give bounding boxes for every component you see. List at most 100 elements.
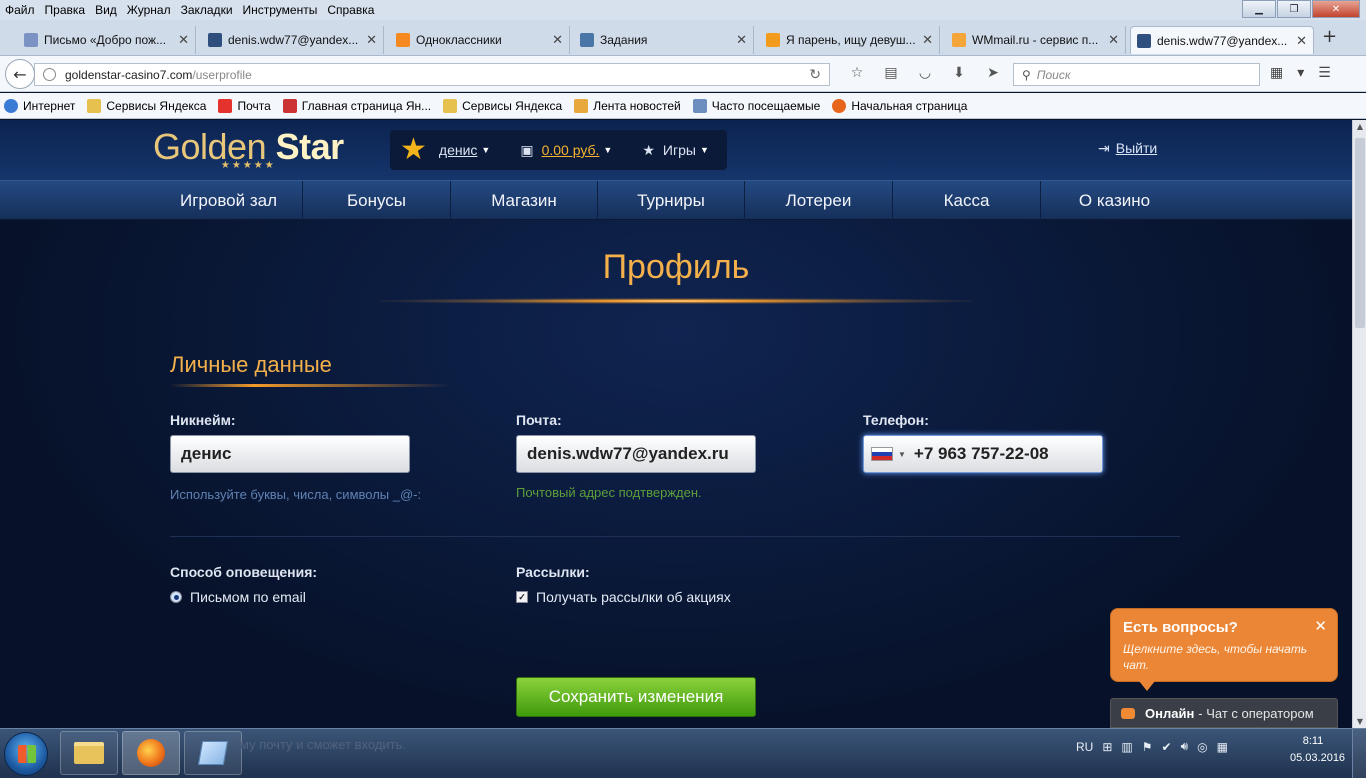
close-tab-icon[interactable]: ✕ xyxy=(922,32,933,48)
start-button[interactable] xyxy=(4,732,48,776)
tab-vk[interactable]: Задания ✕ xyxy=(574,26,754,54)
bookmark-yandex-services[interactable]: Сервисы Яндекса xyxy=(87,98,206,113)
addon-dropdown-icon[interactable]: ▾ xyxy=(1297,65,1304,81)
menu-view[interactable]: Вид xyxy=(90,3,122,17)
close-tab-icon[interactable]: ✕ xyxy=(1296,33,1307,49)
scroll-down-icon[interactable]: ▼ xyxy=(1353,717,1366,726)
back-button[interactable]: ← xyxy=(5,59,35,89)
russia-flag-icon[interactable] xyxy=(871,447,893,461)
scrollbar-thumb[interactable] xyxy=(1355,138,1365,328)
folder-icon xyxy=(74,742,104,764)
display-icon[interactable]: ▦ xyxy=(1217,740,1228,754)
games-dropdown[interactable]: ★ Игры ▼ xyxy=(642,142,709,159)
menu-history[interactable]: Журнал xyxy=(122,3,176,17)
reading-list-icon[interactable]: ▤ xyxy=(874,65,908,81)
new-tab-icon[interactable]: + xyxy=(1322,26,1337,47)
maximize-icon[interactable]: ❐ xyxy=(1277,0,1311,18)
close-icon[interactable]: ✕ xyxy=(1314,617,1327,635)
volume-icon[interactable]: 🔊︎ xyxy=(1181,739,1189,754)
menu-edit[interactable]: Правка xyxy=(40,3,91,17)
download-icon[interactable]: ⬇ xyxy=(942,65,976,81)
close-window-icon[interactable]: ✕ xyxy=(1312,0,1360,18)
hamburger-menu-icon[interactable]: ☰ xyxy=(1318,65,1331,81)
tab-goldenstar-active[interactable]: denis.wdw77@yandex... ✕ xyxy=(1130,26,1314,54)
minimize-icon[interactable]: ▁ xyxy=(1242,0,1276,18)
close-tab-icon[interactable]: ✕ xyxy=(178,32,189,48)
nav-lotteries[interactable]: Лотереи xyxy=(744,181,892,220)
balance-dropdown[interactable]: ▣ 0.00 руб. ▼ xyxy=(520,142,612,159)
close-tab-icon[interactable]: ✕ xyxy=(366,32,377,48)
mailing-option[interactable]: ✓ Получать рассылки об акциях xyxy=(516,589,731,605)
nav-game-hall[interactable]: Игровой зал xyxy=(155,181,302,220)
golden-star-logo[interactable]: Golden Star ★★★★★ xyxy=(153,126,344,171)
update-icon[interactable]: ◎ xyxy=(1197,740,1207,754)
bookmark-mail[interactable]: Почта xyxy=(218,98,271,113)
tab-label: denis.wdw77@yandex... xyxy=(228,33,359,47)
taskbar-explorer[interactable] xyxy=(60,731,118,775)
chat-invitation-popup[interactable]: Есть вопросы? Щелкните здесь, чтобы нача… xyxy=(1110,608,1338,691)
tab-goldenstar-1[interactable]: denis.wdw77@yandex... ✕ xyxy=(202,26,384,54)
show-desktop-button[interactable] xyxy=(1352,729,1366,778)
tab-odnoklassniki[interactable]: Одноклассники ✕ xyxy=(390,26,570,54)
notify-email-option[interactable]: Письмом по email xyxy=(170,589,306,605)
tab-label: WMmail.ru - сервис п... xyxy=(972,33,1099,47)
checkbox[interactable]: ✓ xyxy=(516,591,528,603)
pocket-icon[interactable]: ◡ xyxy=(908,65,942,81)
bookmark-start-page[interactable]: Начальная страница xyxy=(832,98,967,113)
firefox-icon xyxy=(832,98,847,113)
menu-tools[interactable]: Инструменты xyxy=(238,3,323,17)
search-input[interactable]: ⚲ Поиск xyxy=(1013,63,1260,86)
vk-icon xyxy=(580,33,594,47)
bookmark-yandex-home[interactable]: Главная страница Ян... xyxy=(282,98,431,113)
nav-tournaments[interactable]: Турниры xyxy=(597,181,744,220)
menu-file[interactable]: Файл xyxy=(0,3,40,17)
close-tab-icon[interactable]: ✕ xyxy=(552,32,563,48)
menu-help[interactable]: Справка xyxy=(322,3,379,17)
phone-value: +7 963 757-22-08 xyxy=(913,444,1049,463)
bookmark-star-icon[interactable]: ☆ xyxy=(840,65,874,81)
nav-bonuses[interactable]: Бонусы xyxy=(302,181,450,220)
email-field[interactable]: denis.wdw77@yandex.ru xyxy=(516,435,756,473)
action-center-icon[interactable]: ⚑ xyxy=(1142,740,1153,754)
nav-about[interactable]: О казино xyxy=(1040,181,1188,220)
user-dropdown[interactable]: денис ▼ xyxy=(439,142,490,158)
send-icon[interactable]: ➤ xyxy=(976,65,1010,81)
url-bar[interactable]: goldenstar-casino7.com/userprofile ↻ xyxy=(34,63,830,86)
chevron-down-icon: ▼ xyxy=(603,145,613,155)
mamba-icon xyxy=(766,33,780,47)
chevron-down-icon[interactable]: ▼ xyxy=(898,450,906,459)
clock-date: 05.03.2016 xyxy=(1290,752,1346,764)
nav-shop[interactable]: Магазин xyxy=(450,181,597,220)
security-icon[interactable]: ✔ xyxy=(1162,740,1172,754)
page-scrollbar[interactable]: ▲ ▼ xyxy=(1352,120,1366,728)
radio-button[interactable] xyxy=(170,591,182,603)
bookmark-internet[interactable]: Интернет xyxy=(4,98,75,113)
windows-flag-icon[interactable]: ⊞ xyxy=(1102,740,1112,754)
network-icon[interactable]: ▥ xyxy=(1121,740,1132,754)
folder-icon xyxy=(443,98,458,113)
close-tab-icon[interactable]: ✕ xyxy=(736,32,747,48)
bookmark-news[interactable]: Лента новостей xyxy=(574,98,681,113)
addon-icon[interactable]: ▦ xyxy=(1270,65,1283,81)
scroll-up-icon[interactable]: ▲ xyxy=(1353,122,1366,131)
taskbar-clock[interactable]: 8:11 05.03.2016 xyxy=(1290,733,1346,767)
tab-wmmail[interactable]: WMmail.ru - сервис п... ✕ xyxy=(946,26,1126,54)
bookmark-most-visited[interactable]: Часто посещаемые xyxy=(692,98,820,113)
taskbar-notepad[interactable] xyxy=(184,731,242,775)
popup-tail xyxy=(1139,681,1155,691)
save-changes-button[interactable]: Сохранить изменения xyxy=(516,677,756,717)
nickname-field[interactable]: денис xyxy=(170,435,410,473)
logout-link[interactable]: ⇥ Выйти xyxy=(1098,140,1157,157)
tab-mamba[interactable]: Я парень, ищу девуш... ✕ xyxy=(760,26,940,54)
section-underline xyxy=(170,384,450,387)
phone-field[interactable]: ▼ +7 963 757-22-08 xyxy=(863,435,1103,473)
close-tab-icon[interactable]: ✕ xyxy=(1108,32,1119,48)
tab-mail[interactable]: Письмо «Добро пож... ✕ xyxy=(18,26,196,54)
chat-operator-bar[interactable]: Онлайн - Чат с оператором xyxy=(1110,698,1338,728)
taskbar-firefox[interactable] xyxy=(122,731,180,775)
menu-bookmarks[interactable]: Закладки xyxy=(176,3,238,17)
language-indicator[interactable]: RU xyxy=(1076,740,1093,754)
reload-icon[interactable]: ↻ xyxy=(809,66,821,83)
nav-cashier[interactable]: Касса xyxy=(892,181,1040,220)
bookmark-yandex-services-2[interactable]: Сервисы Яндекса xyxy=(443,98,562,113)
